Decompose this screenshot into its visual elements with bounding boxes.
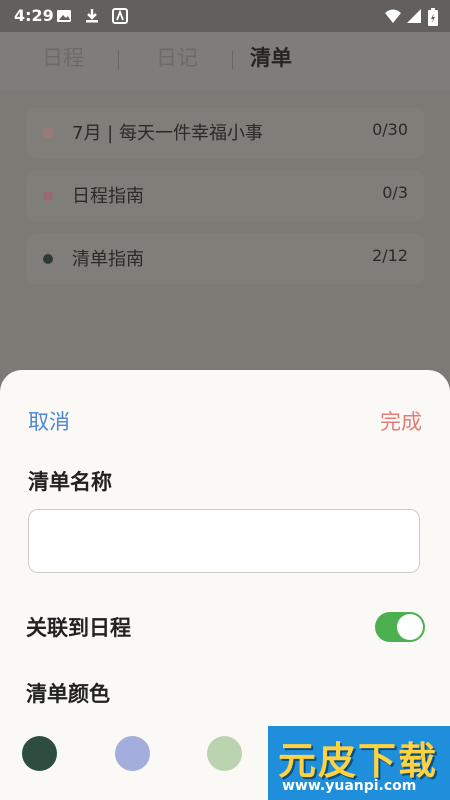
signal-icon <box>406 8 422 24</box>
top-tab-bar: 日程 日记 清单 <box>0 32 450 90</box>
list-item-count: 0/3 <box>382 183 408 202</box>
toggle-knob <box>397 614 423 640</box>
download-icon <box>84 8 100 24</box>
tab-schedule[interactable]: 日程 <box>42 42 84 72</box>
image-icon <box>56 8 72 24</box>
tab-divider <box>118 50 119 70</box>
color-swatch-sage[interactable] <box>207 736 242 771</box>
list-color-dot <box>43 254 53 264</box>
list-item-label: 清单指南 <box>72 249 144 270</box>
list-item[interactable]: 日程指南 0/3 <box>26 171 424 221</box>
done-button[interactable]: 完成 <box>380 406 422 436</box>
wifi-icon <box>384 8 401 24</box>
tab-checklist[interactable]: 清单 <box>250 42 292 72</box>
list-item-label: 7月 | 每天一件幸福小事 <box>72 123 263 144</box>
list-color-dot <box>43 191 53 201</box>
list-item-count: 2/12 <box>372 246 408 265</box>
tab-divider <box>232 50 233 70</box>
list-name-input[interactable] <box>28 509 420 573</box>
list-color-dot <box>43 128 53 138</box>
watermark-text: 元皮下载 <box>278 739 439 783</box>
list-item-label: 日程指南 <box>72 186 144 207</box>
tab-diary[interactable]: 日记 <box>156 42 198 72</box>
list-color-heading: 清单颜色 <box>26 682 110 706</box>
list-item[interactable]: 7月 | 每天一件幸福小事 0/30 <box>26 108 424 158</box>
app-icon <box>112 8 128 24</box>
list-item[interactable]: 清单指南 2/12 <box>26 234 424 284</box>
status-bar: 4:29 <box>0 0 450 32</box>
watermark-logo: 元皮下载 www.yuanpi.com <box>268 726 450 800</box>
color-swatch-dark-green[interactable] <box>22 736 57 771</box>
link-schedule-toggle[interactable] <box>375 612 425 642</box>
battery-icon <box>428 8 438 26</box>
watermark-url: www.yuanpi.com <box>282 778 417 794</box>
status-time: 4:29 <box>14 6 54 25</box>
color-swatch-lavender[interactable] <box>115 736 150 771</box>
link-schedule-label: 关联到日程 <box>26 616 131 640</box>
list-item-count: 0/30 <box>372 120 408 139</box>
cancel-button[interactable]: 取消 <box>28 406 70 436</box>
list-name-heading: 清单名称 <box>28 470 112 494</box>
